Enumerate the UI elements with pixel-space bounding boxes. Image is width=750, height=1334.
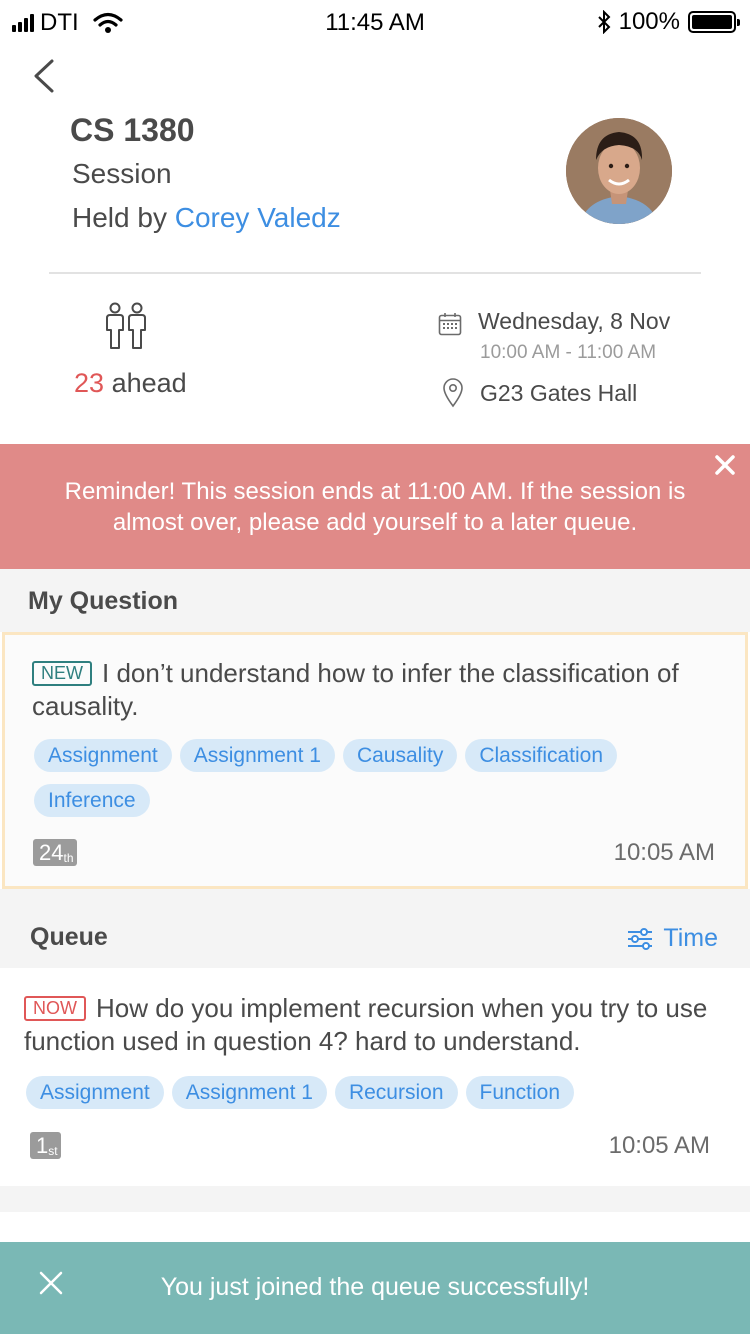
header-divider: [49, 272, 701, 274]
queue-item-separator: [0, 1186, 750, 1212]
tag: Causality: [342, 739, 458, 772]
battery-percent: 100%: [618, 8, 680, 35]
my-question-card[interactable]: NEW I don’t understand how to infer the c…: [2, 632, 748, 889]
course-code: CS 1380: [70, 112, 195, 148]
queue-position-badge: 1st: [30, 1132, 61, 1159]
question-text: NEW I don’t understand how to infer the c…: [32, 657, 722, 723]
ahead-number: 23: [74, 368, 105, 398]
reminder-line-1: Reminder! This session ends at 11:00 AM.…: [64, 478, 686, 505]
location-pin-icon: [443, 378, 463, 408]
queue-position-badge: 24th: [33, 839, 77, 866]
question-tags: Assignment Assignment 1 Causality Classi…: [34, 739, 714, 817]
tag: Assignment: [26, 1076, 164, 1109]
bluetooth-icon: [597, 10, 611, 34]
session-date: Wednesday, 8 Nov: [478, 308, 671, 334]
queue-item[interactable]: NOW How do you implement recursion when y…: [0, 968, 750, 1186]
session-type: Session: [72, 158, 172, 189]
people-icon: [106, 302, 146, 349]
calendar-icon: [438, 313, 462, 336]
tag: Assignment 1: [179, 739, 335, 772]
question-time: 10:05 AM: [613, 839, 715, 866]
queue-question-body: How do you implement recursion when you …: [24, 993, 708, 1056]
position-suffix: th: [63, 851, 74, 865]
sort-time-button[interactable]: Time: [627, 924, 718, 953]
queue-question-time: 10:05 AM: [608, 1132, 710, 1159]
question-body: I don’t understand how to infer the clas…: [32, 658, 679, 721]
tag: Assignment: [34, 739, 172, 772]
sort-label: Time: [663, 924, 718, 952]
back-chevron-icon[interactable]: [26, 56, 66, 96]
queue-question-text: NOW How do you implement recursion when y…: [24, 992, 724, 1058]
queue-item-partial[interactable]: [0, 1212, 750, 1242]
status-bar: DTI 11:45 AM 100%: [0, 0, 750, 44]
queue-question-tags: Assignment Assignment 1 Recursion Functi…: [26, 1076, 726, 1109]
sliders-icon: [628, 927, 653, 950]
position-number: 24: [39, 840, 64, 865]
reminder-banner: Reminder! This session ends at 11:00 AM.…: [0, 444, 750, 569]
session-time-range: 10:00 AM - 11:00 AM: [480, 342, 657, 363]
my-question-header: My Question: [0, 569, 750, 632]
tag: Classification: [465, 739, 618, 772]
ahead-label: ahead: [111, 368, 187, 398]
queue-title: Queue: [30, 923, 108, 951]
new-badge: NEW: [32, 661, 92, 686]
tag: Assignment 1: [171, 1076, 327, 1109]
avatar: [566, 118, 672, 224]
tag: Inference: [34, 784, 150, 817]
held-by-prefix: Held by: [72, 202, 167, 233]
reminder-line-2: almost over, please add yourself to a la…: [112, 509, 638, 536]
my-question-title: My Question: [28, 587, 179, 615]
session-location: G23 Gates Hall: [480, 380, 638, 406]
status-right: 100%: [597, 8, 740, 36]
success-toast: You just joined the queue successfully!: [0, 1242, 750, 1334]
now-badge: NOW: [24, 996, 86, 1021]
toast-message: You just joined the queue successfully!: [160, 1273, 590, 1301]
reminder-close-icon[interactable]: [714, 454, 736, 476]
avatar-portrait: [566, 118, 672, 224]
ta-name-link[interactable]: Corey Valedz: [175, 202, 341, 233]
ahead-count: 23 ahead: [74, 368, 187, 399]
held-by: Held by Corey Valedz: [72, 202, 341, 234]
position-suffix: st: [48, 1144, 58, 1158]
battery-icon: [688, 11, 740, 33]
tag: Function: [465, 1076, 575, 1109]
tag: Recursion: [334, 1076, 458, 1109]
position-number: 1: [36, 1133, 49, 1158]
